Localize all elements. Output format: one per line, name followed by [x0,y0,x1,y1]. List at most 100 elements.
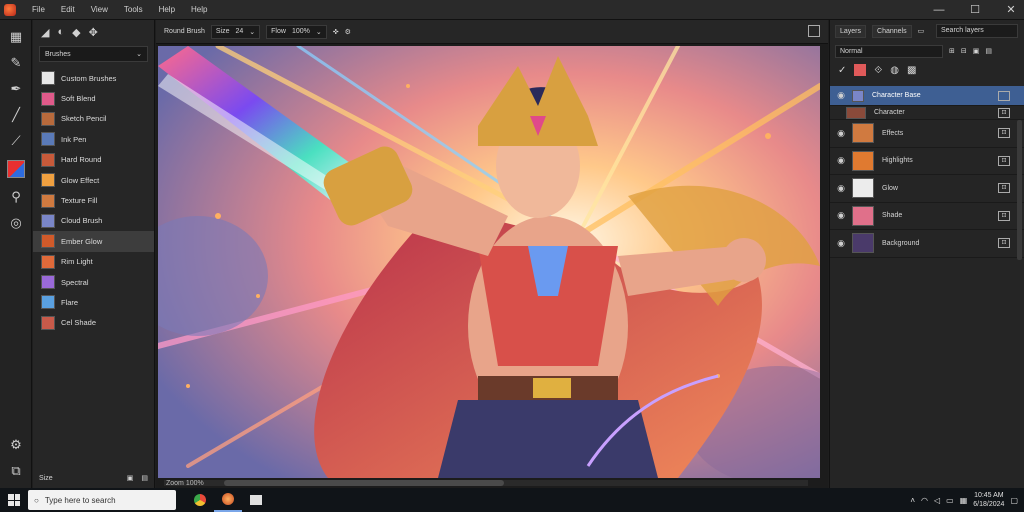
menu-edit[interactable]: Edit [53,5,83,14]
minimize-button[interactable]: — [932,3,946,17]
taskbar-clock[interactable]: 10:45 AM 6/18/2024 [973,491,1004,509]
ink-icon[interactable]: ◆ [72,26,80,39]
menu-extra[interactable]: Help [183,5,215,14]
brush-item[interactable]: Soft Blend [33,88,154,108]
menu-help[interactable]: Help [151,5,183,14]
visibility-eye-icon[interactable]: ◉ [830,128,852,139]
battery-icon[interactable]: ▭ [946,496,954,505]
visibility-eye-icon[interactable]: ◉ [830,90,852,101]
checkmark-icon[interactable]: ✓ [838,65,846,76]
lock-icon[interactable]: ⊞ [949,47,955,55]
color-swatch[interactable] [0,154,32,184]
brush-item[interactable]: Spectral [33,272,154,292]
layer-row[interactable]: Character ⊡ [830,106,1024,120]
mask-icon[interactable]: ▣ [973,47,980,55]
brush-tool-icon[interactable]: ✎ [0,50,32,76]
menu-tools[interactable]: Tools [116,5,151,14]
layer-row[interactable]: ◉ Highlights ⊡ [830,148,1024,175]
flow-field[interactable]: Flow 100% ⌄ [266,24,327,39]
tab-layers[interactable]: Layers [835,24,867,38]
brush-category-select[interactable]: Brushes ⌄ [39,46,148,62]
visibility-eye-icon[interactable]: ◉ [830,210,852,221]
canvas-area[interactable]: Zoom 100% [156,44,828,488]
pen-tool-icon[interactable]: ✒ [0,76,32,102]
dropper-tool-icon[interactable]: ⚲ [0,184,32,210]
layer-mask-icon[interactable]: ⊡ [998,128,1010,139]
browser-icon[interactable] [186,488,214,512]
pencil-tool-icon[interactable]: ╱ [0,102,32,128]
visibility-eye-icon[interactable]: ◉ [830,183,852,194]
maximize-button[interactable]: ☐ [968,3,982,17]
visibility-eye-icon[interactable]: ◉ [830,155,852,166]
brush-item[interactable]: Custom Brushes [33,68,154,88]
file-explorer-icon[interactable] [242,488,270,512]
layer-mask-icon[interactable]: ⊡ [998,183,1010,194]
group-icon[interactable]: ▩ [907,65,916,76]
taskbar-search-input[interactable]: ○ Type here to search [28,490,176,510]
layer-mask-icon[interactable]: ⊡ [998,238,1010,249]
eraser-tool-icon[interactable]: ⟋ [0,128,32,154]
brush-item[interactable]: Texture Fill [33,190,154,210]
layer-row[interactable]: ◉ Shade ⊡ [830,203,1024,230]
title-bar: File Edit View Tools Help Help — ☐ ✕ [0,0,1024,20]
horizontal-scrollbar[interactable] [164,480,808,486]
network-icon[interactable]: ◠ [921,496,928,505]
search-icon: ○ [34,495,39,505]
history-icon[interactable]: ⧉ [0,458,32,484]
layer-mask-icon[interactable] [998,90,1010,101]
brush-item[interactable]: Ink Pen [33,129,154,149]
brush-item[interactable]: Sketch Pencil [33,109,154,129]
brush-item[interactable]: Cloud Brush [33,211,154,231]
layer-row[interactable]: ◉ Character Base [830,86,1024,106]
fill-icon[interactable]: ⟐ [874,65,882,76]
volume-icon[interactable]: ◁ [934,496,940,505]
start-button[interactable] [0,494,28,506]
stabilizer-icon[interactable]: ⚙ [345,28,351,36]
tab-channels[interactable]: Channels [872,24,912,38]
layers-tool-icon[interactable]: ▦ [0,24,32,50]
fullscreen-icon[interactable] [808,25,820,37]
brush-item[interactable]: Hard Round [33,150,154,170]
visibility-eye-icon[interactable]: ◉ [830,238,852,249]
brush-item[interactable]: Ember Glow [33,231,154,252]
layers-panel: Layers Channels ▭ Search layers Normal ⊞… [829,20,1024,488]
blend-mode-select[interactable]: Normal [835,44,943,58]
vertical-scrollbar[interactable] [1017,120,1022,260]
keyboard-icon[interactable]: ▦ [960,496,968,505]
symmetry-icon[interactable]: ✜ [333,28,339,36]
brush-item[interactable]: Flare [33,292,154,312]
chevron-up-icon[interactable]: ˄ [910,496,915,505]
layer-row[interactable]: ◉ Effects ⊡ [830,120,1024,148]
fx-icon[interactable]: ▤ [985,47,992,55]
marker-icon[interactable]: ✥ [89,26,98,39]
menu-view[interactable]: View [83,5,116,14]
airbrush-icon[interactable]: ◐ [57,26,64,38]
layer-row[interactable]: ◉ Glow ⊡ [830,175,1024,203]
layer-mask-icon[interactable]: ⊡ [998,210,1010,221]
layer-name: Effects [882,129,904,137]
layer-search-input[interactable]: Search layers [936,24,1018,38]
link-icon[interactable]: ⊟ [961,47,967,55]
close-button[interactable]: ✕ [1004,3,1018,17]
artwork-image[interactable] [158,46,820,478]
layer-mask-icon[interactable]: ⊡ [998,107,1010,118]
layer-mask-icon[interactable]: ⊡ [998,155,1010,166]
smudge-tool-icon[interactable]: ◎ [0,210,32,236]
brush-icon[interactable]: ◢ [41,26,49,39]
new-brush-icon[interactable]: ▣ [127,474,134,482]
layer-thumbnail [852,123,874,144]
folder-icon[interactable]: ▭ [918,27,925,35]
delete-brush-icon[interactable]: ▤ [141,474,148,482]
brush-item-label: Cel Shade [61,318,97,328]
adjust-icon[interactable]: ◍ [890,65,899,76]
brush-item[interactable]: Glow Effect [33,170,154,190]
layer-row[interactable]: ◉ Background ⊡ [830,230,1024,258]
new-layer-icon[interactable] [854,64,867,76]
brush-item[interactable]: Rim Light [33,252,154,272]
menu-file[interactable]: File [24,5,53,14]
size-field[interactable]: Size 24 ⌄ [210,24,261,39]
paint-app-icon[interactable] [214,488,242,512]
settings-icon[interactable]: ⚙ [0,432,32,458]
notifications-icon[interactable]: ▢ [1010,496,1018,505]
brush-item[interactable]: Cel Shade [33,313,154,333]
